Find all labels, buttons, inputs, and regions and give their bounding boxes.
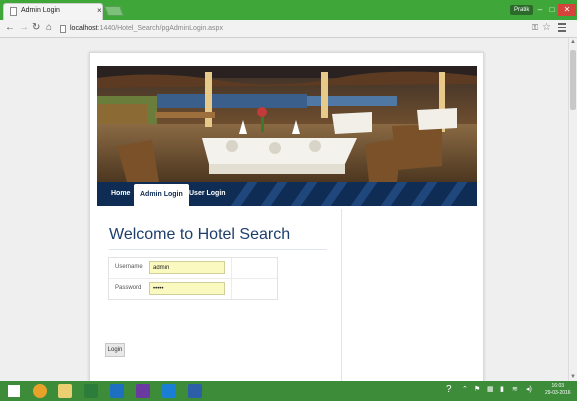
nav-home-link[interactable]: Home [111,182,130,206]
profile-badge[interactable]: Pratik [510,5,534,15]
page-icon [10,7,17,16]
clock-time: 16:03 [551,383,565,389]
windows-taskbar: ? ⌃ ⚑ ▦ ▮ ≋ ◂) 16:03 29-03-2016 [0,381,577,401]
password-label: Password [115,285,142,291]
password-input[interactable] [149,282,225,295]
taskbar-clock[interactable]: 16:03 29-03-2016 [545,383,571,397]
visual-studio-icon[interactable] [136,384,150,398]
tab-title: Admin Login [21,7,60,14]
app-icon[interactable] [188,384,202,398]
skype-icon[interactable] [162,384,176,398]
url-host: localhost [70,25,98,32]
banner-image [97,66,477,182]
browser-toolbar: ← → ↻ ⌂ localhost:1440/Hotel_Search/pgAd… [0,20,577,38]
page-container: Home Admin Login User Login Welcome to H… [89,52,484,382]
page-icon [60,25,66,33]
home-icon[interactable]: ⌂ [46,22,52,34]
minimize-button[interactable]: – [534,4,546,16]
maximize-button[interactable]: □ [546,4,558,16]
page-scrollbar[interactable]: ▲ ▼ [568,38,577,381]
flag-icon[interactable]: ⚑ [474,385,480,393]
scroll-up-arrow-icon[interactable]: ▲ [570,39,576,45]
reload-icon[interactable]: ↻ [32,22,40,34]
cell-divider [231,279,232,299]
windows-start-icon[interactable] [8,385,20,397]
clock-date: 29-03-2016 [545,390,571,396]
browser-titlebar: Admin Login × Pratik – □ ✕ [0,0,577,20]
address-bar[interactable]: localhost:1440/Hotel_Search/pgAdminLogin… [70,24,223,34]
cell-divider [231,258,232,278]
username-row: Username [109,258,277,279]
bookmark-star-icon[interactable]: ☆ [542,22,551,33]
scroll-down-arrow-icon[interactable]: ▼ [570,374,576,380]
wifi-icon[interactable]: ≋ [512,385,518,393]
page-heading: Welcome to Hotel Search [109,226,291,243]
new-tab-button[interactable] [104,6,124,16]
login-form: Username Password [108,257,278,300]
username-input[interactable] [149,261,225,274]
page-viewport: Home Admin Login User Login Welcome to H… [0,38,568,382]
file-explorer-icon[interactable] [58,384,72,398]
key-icon[interactable]: ⚿ [532,23,538,33]
battery-icon[interactable]: ▮ [500,385,504,393]
app-icon[interactable] [110,384,124,398]
help-icon[interactable]: ? [446,384,452,395]
password-row: Password [109,279,277,299]
menu-icon[interactable] [558,23,566,34]
browser-tab[interactable]: Admin Login × [3,3,103,20]
url-path: :1440/Hotel_Search/pgAdminLogin.aspx [97,25,223,32]
tray-overflow-icon[interactable]: ⌃ [462,385,468,393]
store-icon[interactable] [84,384,98,398]
volume-icon[interactable]: ◂) [526,385,532,393]
forward-arrow-icon[interactable]: → [19,22,29,34]
scroll-thumb[interactable] [570,50,576,110]
site-nav-bar: Home Admin Login User Login [97,182,477,206]
nav-admin-login-link[interactable]: Admin Login [134,184,189,206]
chrome-icon[interactable] [33,384,47,398]
nav-user-login-link[interactable]: User Login [189,182,226,206]
username-label: Username [115,264,143,270]
close-window-button[interactable]: ✕ [558,4,576,16]
network-icon[interactable]: ▦ [487,385,494,393]
tab-close-icon[interactable]: × [97,6,102,15]
content-divider [341,209,342,381]
login-button[interactable]: Login [105,343,125,357]
heading-divider [109,249,327,250]
back-arrow-icon[interactable]: ← [5,22,15,34]
